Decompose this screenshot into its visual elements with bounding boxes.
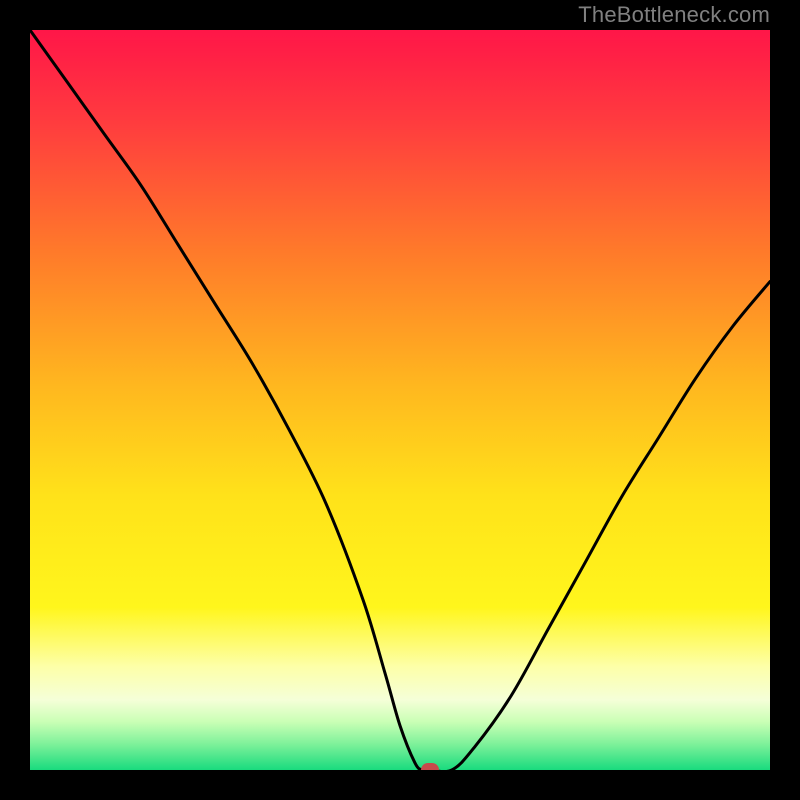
chart-frame: TheBottleneck.com [0, 0, 800, 800]
plot-area [30, 30, 770, 770]
bottleneck-curve [30, 30, 770, 770]
watermark-label: TheBottleneck.com [578, 2, 770, 28]
curve-layer [30, 30, 770, 770]
optimal-point-marker [421, 763, 439, 770]
